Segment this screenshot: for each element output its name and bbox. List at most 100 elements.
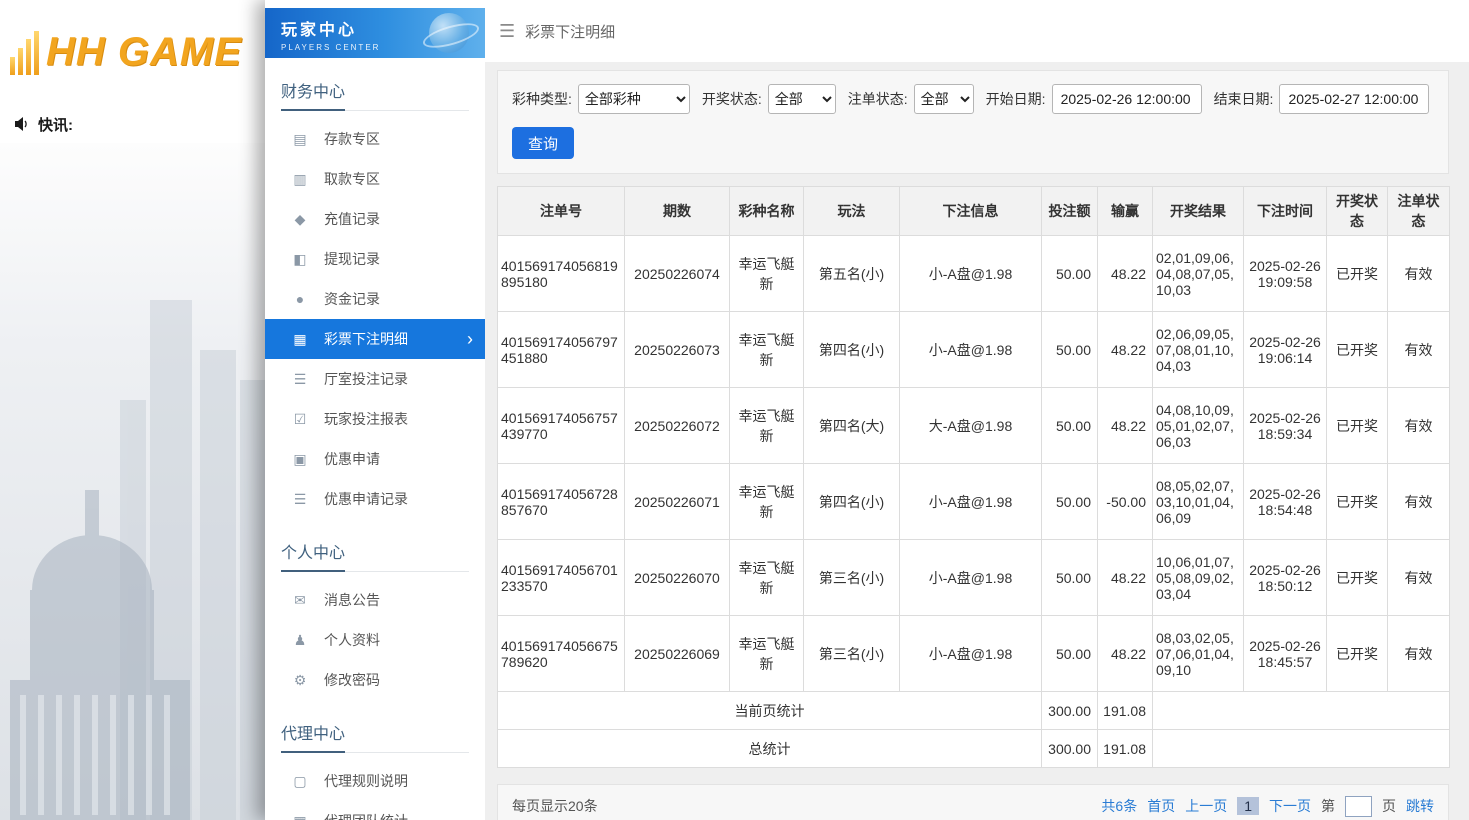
- cell-bet-info: 小-A盘@1.98: [900, 616, 1042, 692]
- sidebar-item-change-password[interactable]: ⚙ 修改密码: [265, 660, 485, 700]
- page-summary-empty: [1153, 692, 1450, 730]
- bet-details-table: 注单号 期数 彩种名称 玩法 下注信息 投注额 输赢 开奖结果 下注时间 开奖状…: [497, 186, 1449, 768]
- page-jump-input[interactable]: [1345, 796, 1372, 817]
- cell-bet-amount: 50.00: [1042, 388, 1098, 464]
- query-button[interactable]: 查询: [512, 127, 574, 159]
- sidebar-item-label: 代理规则说明: [324, 771, 408, 791]
- jump-button[interactable]: 跳转: [1406, 796, 1434, 816]
- order-status-select[interactable]: 全部: [914, 84, 974, 114]
- sidebar-item-hall-bet-records[interactable]: ☰ 厅室投注记录: [265, 359, 485, 399]
- cell-bet-info: 小-A盘@1.98: [900, 236, 1042, 312]
- cell-order-no: 401569174056819895180: [498, 236, 625, 312]
- column-header-order-no: 注单号: [498, 187, 625, 236]
- news-ticker: 快讯:: [0, 105, 265, 143]
- cell-period: 20250226070: [625, 540, 730, 616]
- sidebar-item-withdrawal-records[interactable]: ◧ 提现记录: [265, 239, 485, 279]
- pagination-bar: 每页显示20条 共6条 首页 上一页 1 下一页 第 页 跳转: [497, 784, 1449, 820]
- cell-draw-status: 已开奖: [1327, 540, 1388, 616]
- cell-draw-status: 已开奖: [1327, 388, 1388, 464]
- end-date-label: 结束日期:: [1214, 89, 1274, 109]
- cell-win-loss: 48.22: [1098, 236, 1153, 312]
- cell-win-loss: -50.00: [1098, 464, 1153, 540]
- cell-bet-info: 小-A盘@1.98: [900, 540, 1042, 616]
- withdraw-icon: ▥: [291, 171, 309, 188]
- cell-play: 第四名(大): [804, 388, 900, 464]
- topbar: ☰ 彩票下注明细: [485, 0, 1469, 62]
- sidebar: 玩家中心 PLAYERS CENTER 财务中心 ▤ 存款专区 ▥ 取款专区 ◆…: [265, 0, 485, 820]
- column-header-lottery-name: 彩种名称: [730, 187, 804, 236]
- sidebar-item-label: 存款专区: [324, 129, 380, 149]
- funds-icon: ●: [291, 291, 309, 307]
- total-count: 共6条: [1101, 796, 1137, 816]
- cell-bet-amount: 50.00: [1042, 616, 1098, 692]
- hamburger-menu-icon[interactable]: ☰: [499, 21, 515, 42]
- player-center-panel: 玩家中心 PLAYERS CENTER 财务中心 ▤ 存款专区 ▥ 取款专区 ◆…: [265, 0, 1469, 820]
- cell-lottery: 幸运飞艇新: [730, 616, 804, 692]
- cell-bet-amount: 50.00: [1042, 236, 1098, 312]
- first-page-link[interactable]: 首页: [1147, 796, 1175, 816]
- cell-order-no: 401569174056675789620: [498, 616, 625, 692]
- cell-order-no: 401569174056728857670: [498, 464, 625, 540]
- cell-draw-result: 04,08,10,09,05,01,02,07,06,03: [1153, 388, 1244, 464]
- gear-icon: ⚙: [291, 672, 309, 689]
- draw-status-select[interactable]: 全部: [768, 84, 836, 114]
- cell-play: 第三名(小): [804, 540, 900, 616]
- sidebar-item-recharge-records[interactable]: ◆ 充值记录: [265, 199, 485, 239]
- column-header-play: 玩法: [804, 187, 900, 236]
- cell-play: 第四名(小): [804, 464, 900, 540]
- promo-record-icon: ☰: [291, 491, 309, 508]
- sidebar-item-profile[interactable]: ♟ 个人资料: [265, 620, 485, 660]
- background-page: HH GAME 快讯:: [0, 0, 265, 820]
- next-page-link[interactable]: 下一页: [1269, 796, 1311, 816]
- table-row: 401569174056797451880 20250226073 幸运飞艇新 …: [498, 312, 1450, 388]
- cell-order-status: 有效: [1388, 312, 1450, 388]
- cell-win-loss: 48.22: [1098, 616, 1153, 692]
- cell-draw-status: 已开奖: [1327, 236, 1388, 312]
- cell-bet-amount: 50.00: [1042, 464, 1098, 540]
- lottery-type-select[interactable]: 全部彩种: [578, 84, 690, 114]
- cell-bet-time: 2025-02-26 19:06:14: [1244, 312, 1327, 388]
- recharge-icon: ◆: [291, 211, 309, 228]
- sidebar-item-promo-apply[interactable]: ▣ 优惠申请: [265, 439, 485, 479]
- start-date-input[interactable]: [1052, 84, 1202, 114]
- sidebar-item-label: 修改密码: [324, 670, 380, 690]
- sidebar-item-label: 厅室投注记录: [324, 369, 408, 389]
- sidebar-item-deposit-zone[interactable]: ▤ 存款专区: [265, 119, 485, 159]
- sidebar-item-agent-team-stats[interactable]: ▦ 代理团队统计: [265, 801, 485, 820]
- sidebar-item-announcements[interactable]: ✉ 消息公告: [265, 580, 485, 620]
- speaker-icon: [14, 116, 30, 132]
- news-label: 快讯:: [38, 114, 73, 135]
- cell-order-status: 有效: [1388, 388, 1450, 464]
- sidebar-item-label: 优惠申请: [324, 449, 380, 469]
- cell-draw-result: 08,05,02,07,03,10,01,04,06,09: [1153, 464, 1244, 540]
- cell-bet-time: 2025-02-26 18:54:48: [1244, 464, 1327, 540]
- draw-status-label: 开奖状态:: [702, 89, 762, 109]
- total-summary-row: 总统计 300.00 191.08: [498, 730, 1450, 768]
- page-summary-row: 当前页统计 300.00 191.08: [498, 692, 1450, 730]
- filter-panel: 彩种类型: 全部彩种 开奖状态: 全部 注单状态: 全部 开始日期: 结束日期:: [497, 70, 1449, 174]
- cell-period: 20250226069: [625, 616, 730, 692]
- sidebar-item-label: 提现记录: [324, 249, 380, 269]
- end-date-input[interactable]: [1279, 84, 1429, 114]
- cell-draw-result: 10,06,01,07,05,08,09,02,03,04: [1153, 540, 1244, 616]
- prev-page-link[interactable]: 上一页: [1185, 796, 1227, 816]
- sidebar-item-lottery-bet-details[interactable]: ▦ 彩票下注明细 ›: [265, 319, 485, 359]
- cell-bet-time: 2025-02-26 19:09:58: [1244, 236, 1327, 312]
- sidebar-item-promo-apply-records[interactable]: ☰ 优惠申请记录: [265, 479, 485, 519]
- column-header-win-loss: 输赢: [1098, 187, 1153, 236]
- cell-bet-amount: 50.00: [1042, 540, 1098, 616]
- cell-play: 第五名(小): [804, 236, 900, 312]
- cell-win-loss: 48.22: [1098, 312, 1153, 388]
- sidebar-item-withdraw-zone[interactable]: ▥ 取款专区: [265, 159, 485, 199]
- sidebar-item-funds-records[interactable]: ● 资金记录: [265, 279, 485, 319]
- cell-order-no: 401569174056701233570: [498, 540, 625, 616]
- cell-win-loss: 48.22: [1098, 540, 1153, 616]
- current-page-indicator[interactable]: 1: [1237, 797, 1259, 815]
- sidebar-item-player-bet-report[interactable]: ☑ 玩家投注报表: [265, 399, 485, 439]
- table-row: 401569174056701233570 20250226070 幸运飞艇新 …: [498, 540, 1450, 616]
- cell-draw-result: 02,06,09,05,07,08,01,10,04,03: [1153, 312, 1244, 388]
- sidebar-item-label: 代理团队统计: [324, 811, 408, 820]
- table-header-row: 注单号 期数 彩种名称 玩法 下注信息 投注额 输赢 开奖结果 下注时间 开奖状…: [498, 187, 1450, 236]
- sidebar-item-label: 取款专区: [324, 169, 380, 189]
- sidebar-item-agent-rules[interactable]: ▢ 代理规则说明: [265, 761, 485, 801]
